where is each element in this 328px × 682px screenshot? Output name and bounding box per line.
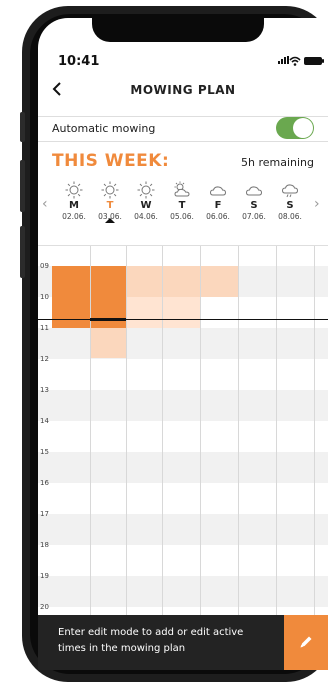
day-letter: S (250, 200, 258, 211)
hour-label: 17 (40, 510, 49, 518)
column-divider (200, 246, 201, 616)
day-letter: T (106, 200, 114, 211)
phone-notch (92, 18, 264, 42)
edit-mode-footer: Enter edit mode to add or edit active ti… (38, 615, 328, 670)
hour-label: 16 (40, 479, 49, 487)
hour-label: 09 (40, 262, 49, 270)
hour-row: 19 (38, 572, 328, 607)
column-divider (126, 246, 127, 616)
page-title: MOWING PLAN (130, 83, 236, 97)
sun-icon (101, 181, 119, 199)
hour-label: 20 (40, 603, 49, 611)
current-time-marker (90, 318, 126, 321)
toggle-knob (293, 118, 313, 138)
day-date: 02.06. (62, 212, 86, 221)
hour-label: 14 (40, 417, 49, 425)
remaining-time: 5h remaining (240, 156, 314, 169)
day-friday[interactable]: F 06.06. (200, 181, 236, 221)
automatic-mowing-row: Automatic mowing (38, 116, 328, 142)
previous-week-icon[interactable]: ‹ (42, 196, 48, 212)
edit-button[interactable] (284, 615, 328, 670)
day-date: 08.06. (278, 212, 302, 221)
day-date: 07.06. (242, 212, 266, 221)
day-date: 06.06. (206, 212, 230, 221)
hour-label: 19 (40, 572, 49, 580)
day-wednesday[interactable]: W 04.06. (128, 181, 164, 221)
hour-label: 15 (40, 448, 49, 456)
mowing-slot-planned[interactable] (162, 266, 200, 297)
pencil-icon (300, 636, 312, 648)
week-title: THIS WEEK: (52, 151, 170, 171)
rain-cloud-icon (281, 184, 299, 198)
sun-icon (137, 181, 155, 199)
hour-row: 13 (38, 386, 328, 421)
hour-label: 18 (40, 541, 49, 549)
hour-row: 17 (38, 510, 328, 545)
footer-hint-text: Enter edit mode to add or edit active ti… (58, 627, 244, 654)
sun-cloud-icon (174, 181, 190, 197)
hour-row: 18 (38, 541, 328, 576)
hour-row: 12 (38, 355, 328, 390)
hour-row: 16 (38, 479, 328, 514)
mowing-slot-planned[interactable] (200, 266, 238, 297)
mute-switch (20, 112, 25, 142)
status-time: 10:41 (58, 54, 100, 69)
automatic-mowing-toggle[interactable] (276, 117, 314, 139)
day-tuesday[interactable]: T 03.06. (92, 181, 128, 223)
day-strip: M 02.06. T 03.06. W 04.06. T 05.06. F 06… (56, 181, 312, 241)
day-monday[interactable]: M 02.06. (56, 181, 92, 221)
cloud-icon (209, 186, 227, 196)
automatic-mowing-label: Automatic mowing (52, 122, 156, 135)
day-saturday[interactable]: S 07.06. (236, 181, 272, 221)
current-time-line (38, 319, 328, 320)
column-divider (90, 246, 91, 616)
today-marker-icon (105, 218, 115, 223)
mowing-slot-planned[interactable] (126, 297, 162, 328)
column-divider (162, 246, 163, 616)
day-thursday[interactable]: T 05.06. (164, 181, 200, 221)
mowing-slot-planned[interactable] (126, 266, 162, 297)
hour-label: 11 (40, 324, 49, 332)
day-letter: W (140, 200, 152, 211)
column-divider (276, 246, 277, 616)
app-screen: 10:41 MOWING PLAN Automatic mowing THIS … (38, 18, 328, 670)
day-date: 05.06. (170, 212, 194, 221)
day-date: 04.06. (134, 212, 158, 221)
mowing-slot-planned[interactable] (90, 328, 126, 358)
column-divider (314, 246, 315, 616)
day-letter: S (286, 200, 294, 211)
column-divider (238, 246, 239, 616)
hour-label: 13 (40, 386, 49, 394)
hour-row: 15 (38, 448, 328, 483)
day-letter: T (178, 200, 186, 211)
hour-row: 11 (38, 324, 328, 359)
volume-down-button (20, 226, 25, 278)
hour-label: 10 (40, 293, 49, 301)
cloud-icon (245, 186, 263, 196)
battery-icon (304, 57, 324, 65)
mowing-slot-planned[interactable] (162, 297, 200, 328)
volume-up-button (20, 160, 25, 212)
hour-row: 14 (38, 417, 328, 452)
next-week-icon[interactable]: › (314, 196, 320, 212)
schedule-grid[interactable]: 09 10 11 12 13 14 15 16 17 18 19 20 (38, 245, 328, 616)
sun-icon (65, 181, 83, 199)
wifi-icon (289, 56, 301, 66)
hour-label: 12 (40, 355, 49, 363)
day-sunday[interactable]: S 08.06. (272, 181, 308, 221)
day-letter: M (69, 200, 79, 211)
day-letter: F (214, 200, 222, 211)
